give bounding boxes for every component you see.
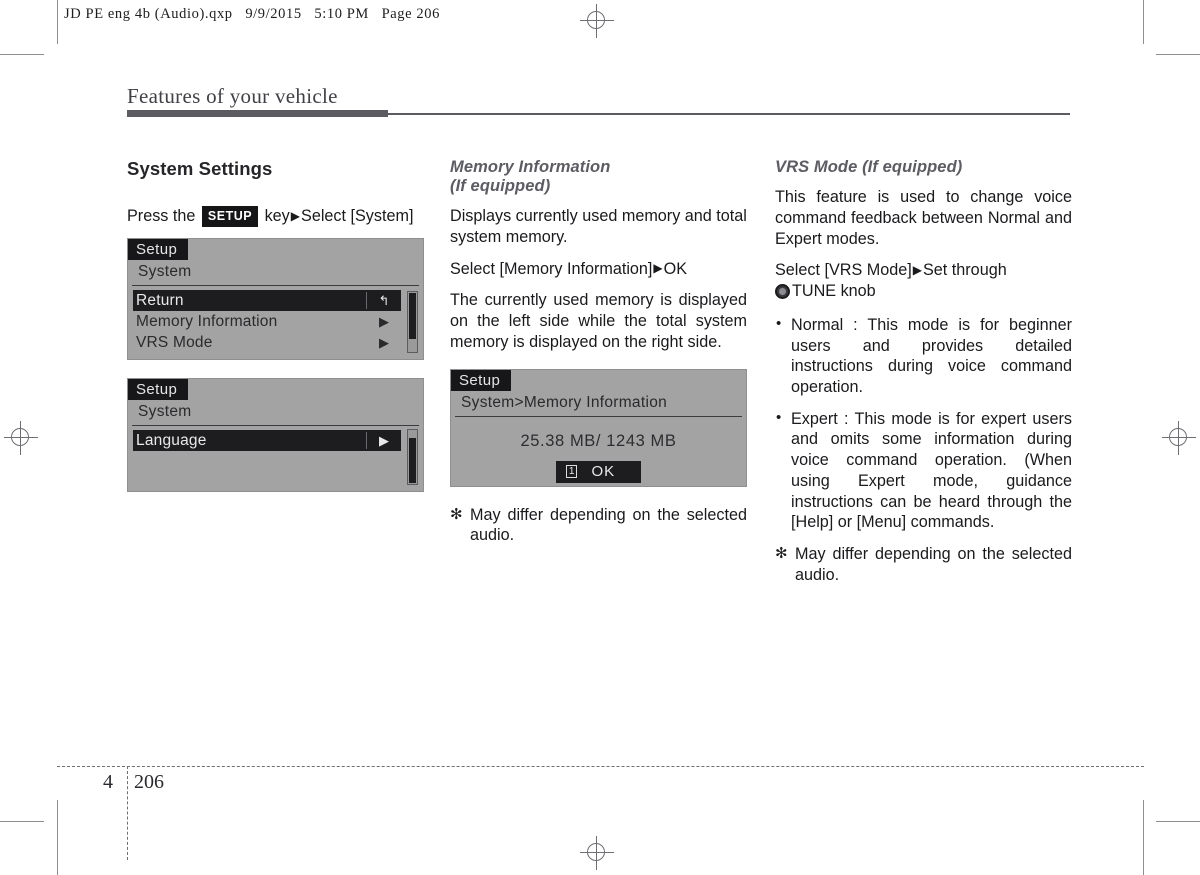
list-item: Expert : This mode is for expert users a… (775, 408, 1072, 533)
chevron-right-icon: ▶ (379, 313, 389, 329)
lcd-screen-system-menu: Setup System Return ↰ Memory Information… (127, 238, 424, 360)
step-arrow-icon: ▶ (290, 208, 301, 223)
note-text: May differ depending on the selected aud… (795, 545, 1072, 584)
chevron-right-icon: ▶ (367, 432, 401, 449)
note-text: May differ depending on the selected aud… (470, 505, 747, 545)
lcd-scrollbar[interactable] (407, 291, 418, 353)
select-prefix: Select [VRS Mode] (775, 261, 912, 280)
step-arrow-icon: ▶ (912, 262, 922, 277)
registration-mark-bottom (580, 836, 614, 870)
vrs-mode-select-step: Select [VRS Mode]▶Set through TUNE knob (775, 260, 1072, 301)
page-title: System Settings (127, 158, 273, 179)
memory-information-select-step: Select [Memory Information]▶OK (450, 259, 747, 280)
lcd-scrollbar[interactable] (407, 429, 418, 485)
setup-key-badge: SETUP (201, 206, 259, 227)
lcd-menu-item-label: Memory Information (136, 313, 278, 330)
lcd-menu-item-label: Language (136, 432, 207, 449)
crop-line-right (1143, 0, 1144, 44)
middle-column: Memory Information (If equipped) Display… (450, 158, 747, 546)
memory-usage-value: 25.38 MB/ 1243 MB (520, 431, 677, 450)
lcd-menu-item-label: VRS Mode (136, 334, 213, 351)
select-suffix: OK (663, 259, 688, 278)
title-rule-thick (127, 110, 388, 117)
lcd-menu-item-language[interactable]: Language ▶ (133, 430, 401, 451)
lcd-menu-item-return[interactable]: Return ↰ (133, 290, 401, 311)
step-arrow-icon: ▶ (653, 261, 663, 276)
lcd-menu-list: Language ▶ (128, 426, 423, 451)
vrs-mode-description: This feature is used to change voice com… (775, 188, 1072, 248)
registration-mark-left (4, 421, 38, 455)
registration-mark-right (1162, 421, 1196, 455)
lcd-titlebar: Setup (451, 369, 746, 391)
vrs-mode-heading: VRS Mode (If equipped) (775, 158, 963, 176)
crop-mark-top-right (1156, 54, 1200, 55)
lcd-ok-button[interactable]: 1 OK (555, 460, 642, 483)
memory-information-description: Displays currently used memory and total… (450, 207, 747, 246)
select-suffix: TUNE knob (792, 282, 876, 301)
return-arrow-icon: ↰ (367, 292, 401, 309)
crop-line-left (57, 0, 58, 44)
crop-line-bottom-right (1143, 800, 1144, 875)
lcd-menu-item-label: Return (136, 292, 184, 309)
print-file-header: JD PE eng 4b (Audio).qxp 9/9/2015 5:10 P… (64, 6, 440, 22)
lcd-titlebar: Setup (128, 239, 423, 260)
lcd-subtitle: System (132, 400, 419, 426)
right-column: VRS Mode (If equipped) This feature is u… (775, 158, 1072, 586)
lcd-menu-list: Return ↰ Memory Information ▶ VRS Mode ▶ (128, 286, 423, 353)
lcd-titlebar: Setup (128, 379, 423, 400)
lcd-subtitle: System>Memory Information (455, 391, 742, 417)
footer-page-number: 206 (134, 771, 164, 793)
select-middle: Set through (923, 261, 1007, 280)
lcd-screen-language-menu: Setup System Language ▶ (127, 378, 424, 492)
lcd-screen-memory-information: Setup System>Memory Information 25.38 MB… (450, 368, 747, 487)
instruction-middle: key (264, 207, 290, 225)
registration-mark-top (580, 4, 614, 38)
footer-dashed-rule (57, 766, 1144, 767)
lcd-menu-item-memory-information[interactable]: Memory Information ▶ (133, 311, 401, 332)
middle-column-note: ✻ May differ depending on the selected a… (450, 505, 747, 546)
lcd-ok-row: 1 OK (451, 460, 746, 483)
lcd-ok-label: OK (591, 462, 616, 480)
numbered-badge-icon: 1 (565, 464, 578, 478)
tune-knob-icon (775, 284, 790, 300)
footer-dashed-vertical (127, 766, 128, 860)
right-column-note: ✻ May differ depending on the selected a… (775, 544, 1072, 585)
asterisk-icon: ✻ (775, 545, 788, 563)
asterisk-icon: ✻ (450, 505, 463, 523)
title-rule-thin (388, 113, 1070, 115)
lcd-menu-item-vrs-mode[interactable]: VRS Mode ▶ (133, 332, 401, 353)
memory-information-heading: Memory Information (If equipped) (450, 158, 747, 196)
lcd-title-tag: Setup (128, 239, 189, 260)
lcd-subtitle: System (132, 260, 419, 286)
instruction-suffix: Select [System] (301, 207, 414, 225)
crop-mark-bottom-left (0, 821, 44, 822)
lcd-scrollbar-thumb[interactable] (409, 293, 416, 339)
select-prefix: Select [Memory Information] (450, 259, 653, 278)
list-item: Normal : This mode is for beginner users… (775, 314, 1072, 398)
crop-line-bottom-left (57, 800, 58, 875)
heading-line-2: (If equipped) (450, 177, 551, 196)
instruction-prefix: Press the (127, 207, 196, 225)
vrs-mode-bullet-list: Normal : This mode is for beginner users… (775, 314, 1072, 533)
crop-mark-bottom-right (1156, 821, 1200, 822)
footer-chapter-number: 4 (103, 771, 113, 793)
lcd-title-tag: Setup (451, 369, 512, 391)
setup-instruction: Press the SETUP key▶Select [System] (127, 206, 424, 227)
lcd-scrollbar-thumb[interactable] (409, 438, 416, 483)
left-column: System Settings Press the SETUP key▶Sele… (127, 158, 424, 510)
chapter-title: Features of your vehicle (127, 84, 338, 108)
memory-display-explanation: The currently used memory is displayed o… (450, 291, 747, 351)
heading-line-1: Memory Information (450, 158, 611, 176)
crop-mark-top-left (0, 54, 44, 55)
lcd-title-tag: Setup (128, 379, 189, 400)
chevron-right-icon: ▶ (379, 334, 389, 350)
